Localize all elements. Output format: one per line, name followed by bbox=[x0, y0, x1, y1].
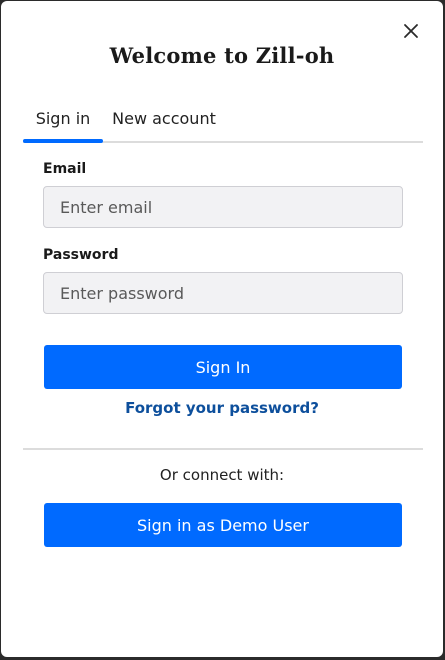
connect-prompt: Or connect with: bbox=[159, 466, 285, 484]
demo-user-button[interactable]: Sign in as Demo User bbox=[44, 503, 402, 547]
password-field[interactable] bbox=[43, 272, 403, 314]
close-icon bbox=[404, 24, 418, 38]
divider bbox=[23, 448, 423, 450]
tab-new-account[interactable]: New account bbox=[111, 103, 217, 141]
sign-in-modal: Welcome to Zill-oh Sign in New account E… bbox=[1, 1, 443, 657]
email-label: Email bbox=[43, 161, 87, 177]
password-label: Password bbox=[43, 247, 119, 263]
modal-title: Welcome to Zill-oh bbox=[109, 43, 335, 68]
forgot-password-link[interactable]: Forgot your password? bbox=[1, 399, 443, 417]
tab-sign-in[interactable]: Sign in bbox=[23, 103, 103, 143]
email-field[interactable] bbox=[43, 186, 403, 228]
close-button[interactable] bbox=[401, 21, 421, 41]
auth-tabs: Sign in New account bbox=[23, 103, 423, 143]
sign-in-button[interactable]: Sign In bbox=[44, 345, 402, 389]
